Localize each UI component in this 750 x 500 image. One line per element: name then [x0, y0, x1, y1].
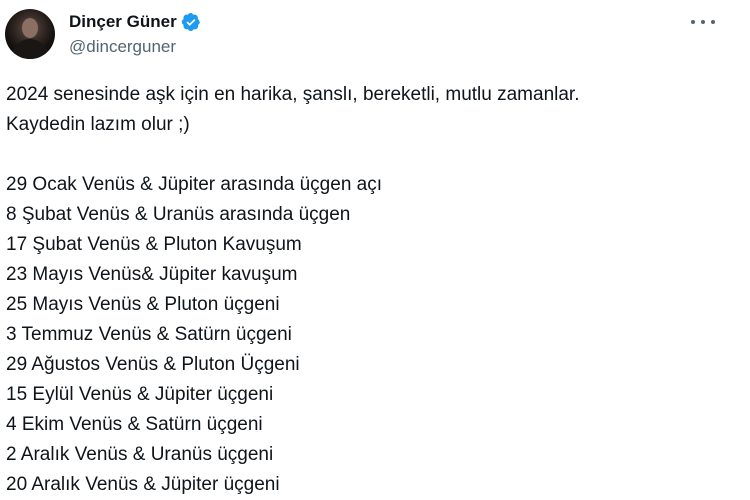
- verified-badge-icon: [181, 13, 200, 31]
- more-options-button[interactable]: [688, 12, 718, 32]
- date-line: 4 Ekim Venüs & Satürn üçgeni: [6, 414, 263, 435]
- date-line: 29 Ağustos Venüs & Pluton Üçgeni: [6, 354, 300, 375]
- paragraph-break: [6, 140, 736, 170]
- tweet-intro-line: Kaydedin lazım olur ;): [6, 114, 190, 135]
- more-options-icon-dot: [711, 20, 715, 24]
- date-line: 15 Eylül Venüs & Jüpiter üçgeni: [6, 384, 274, 405]
- date-line: 25 Mayıs Venüs & Pluton üçgeni: [6, 294, 280, 315]
- tweet: Dinçer Güner @dincerguner 2024 senesinde…: [0, 0, 750, 499]
- name-row: Dinçer Güner: [69, 10, 201, 34]
- date-line: 3 Temmuz Venüs & Satürn üçgeni: [6, 324, 292, 345]
- date-line: 23 Mayıs Venüs& Jüpiter kavuşum: [6, 264, 298, 285]
- date-line: 29 Ocak Venüs & Jüpiter arasında üçgen a…: [6, 174, 383, 195]
- user-info: Dinçer Güner @dincerguner: [69, 10, 201, 57]
- more-options-icon-dot: [701, 20, 705, 24]
- avatar[interactable]: [5, 9, 55, 59]
- date-line: 8 Şubat Venüs & Uranüs arasında üçgen: [6, 204, 351, 225]
- avatar-face: [22, 18, 38, 38]
- date-line: 2 Aralık Venüs & Uranüs üçgeni: [6, 444, 274, 465]
- user-handle[interactable]: @dincerguner: [69, 37, 201, 57]
- tweet-intro-line: 2024 senesinde aşk için en harika, şansl…: [6, 84, 580, 105]
- date-line: 20 Aralık Venüs & Jüpiter üçgeni: [6, 474, 280, 495]
- more-options-icon: [691, 20, 695, 24]
- avatar-body: [12, 39, 48, 59]
- date-line: 17 Şubat Venüs & Pluton Kavuşum: [6, 234, 302, 255]
- display-name[interactable]: Dinçer Güner: [69, 12, 177, 32]
- tweet-text: 2024 senesinde aşk için en harika, şansl…: [6, 80, 736, 500]
